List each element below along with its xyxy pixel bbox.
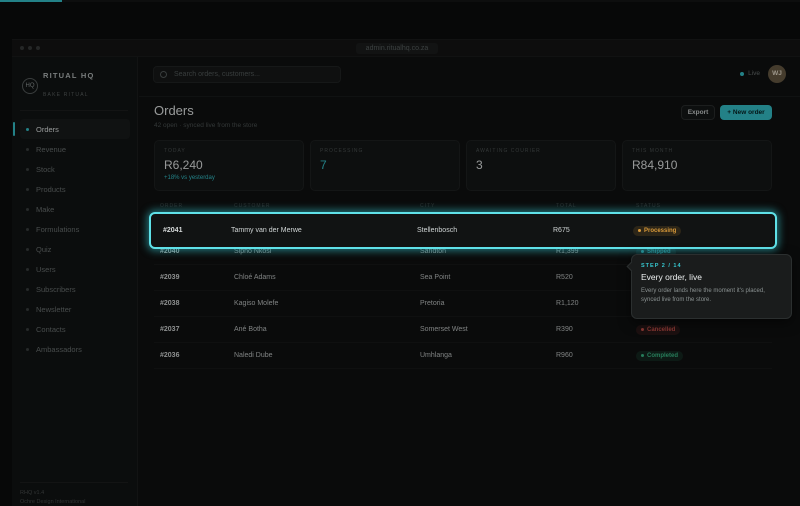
tour-highlight-row[interactable]: #2041 Tammy van der Merwe Stellenbosch R… bbox=[149, 212, 777, 249]
tour-body: Every order lands here the moment it's p… bbox=[641, 288, 765, 303]
status-dot-icon bbox=[638, 229, 641, 232]
tour-tooltip[interactable]: STEP 2 / 14 Every order, live Every orde… bbox=[626, 254, 792, 319]
customer-name: Tammy van der Merwe bbox=[231, 227, 302, 234]
order-total: R675 bbox=[553, 227, 570, 234]
order-id: #2041 bbox=[163, 227, 183, 234]
tour-step-label: STEP 2 / 14 bbox=[641, 263, 682, 269]
tour-overlay bbox=[0, 0, 800, 506]
status-label: Processing bbox=[644, 227, 677, 234]
tour-title: Every order, live bbox=[641, 272, 702, 282]
status-cell: Processing bbox=[633, 225, 775, 236]
city: Stellenbosch bbox=[417, 227, 458, 234]
status-badge: Processing bbox=[633, 225, 682, 236]
table-row[interactable]: #2041 Tammy van der Merwe Stellenbosch R… bbox=[151, 214, 775, 247]
